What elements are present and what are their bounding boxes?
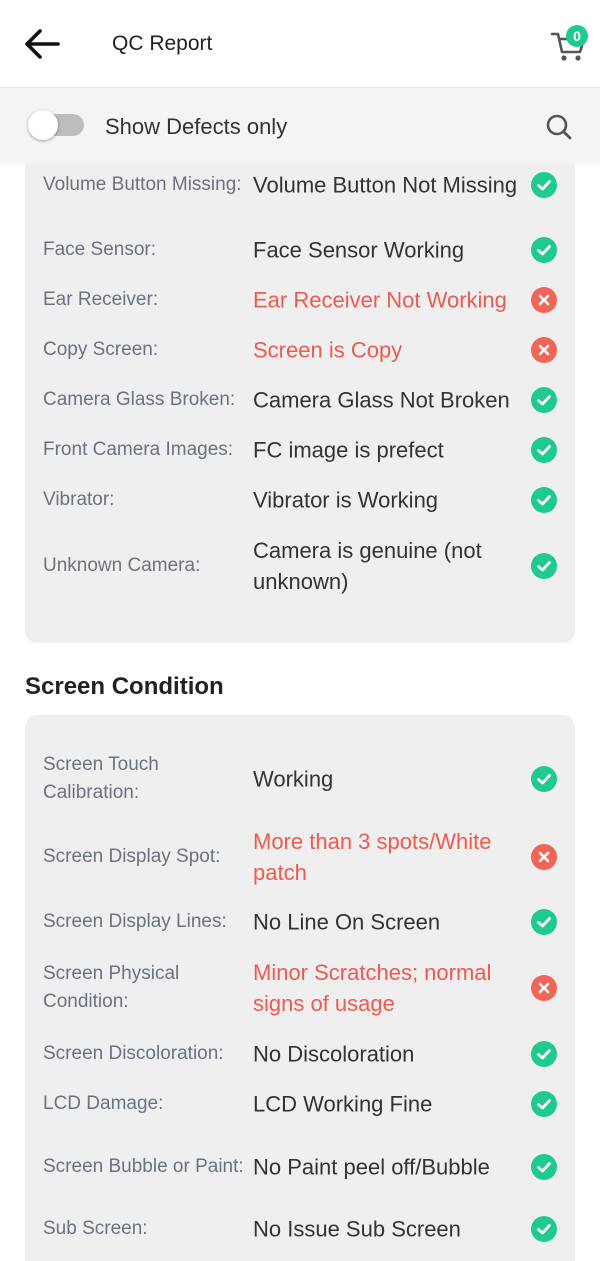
check-icon [531, 766, 557, 792]
check-icon [531, 172, 557, 198]
qc-row-label: Screen Discoloration: [43, 1043, 224, 1064]
qc-row-value: No Discoloration [253, 1041, 415, 1067]
cross-icon [531, 975, 557, 1001]
qc-row-label: Camera Glass Broken: [43, 389, 236, 410]
qc-row-value: Face Sensor Working [253, 237, 465, 263]
check-icon [531, 1091, 557, 1117]
qc-row-label: Ear Receiver: [43, 289, 159, 310]
check-icon [531, 437, 557, 463]
qc-row-value: FC image is prefect [253, 437, 444, 463]
qc-card-screen-condition: Screen Touch Calibration: Working Screen… [25, 715, 575, 1261]
check-icon [531, 237, 557, 263]
qc-row-label: Screen Display Lines: [43, 911, 227, 932]
qc-row-value: Volume Button Not Missing [253, 172, 518, 198]
qc-row-label: Face Sensor: [43, 239, 156, 260]
qc-row-value: No Issue Sub Screen [253, 1216, 461, 1242]
qc-row-label: Screen Physical Condition: [43, 963, 180, 1012]
check-icon [531, 387, 557, 413]
qc-row-label: Copy Screen: [43, 339, 159, 360]
qc-card-general: Volume Button Missing: Volume Button Not… [25, 140, 575, 643]
check-icon [531, 1154, 557, 1180]
qc-row-label: Front Camera Images: [43, 439, 234, 460]
qc-row-value: Camera Glass Not Broken [253, 387, 510, 413]
cross-icon [531, 337, 557, 363]
check-icon [531, 1041, 557, 1067]
check-icon [531, 1216, 557, 1242]
check-icon [531, 553, 557, 579]
qc-row-label: Screen Touch Calibration: [43, 754, 159, 803]
app-header: QC Report 0 [0, 0, 600, 88]
search-icon[interactable] [542, 110, 576, 144]
qc-row-label: Screen Display Spot: [43, 846, 221, 867]
filter-bar: Show Defects only [0, 88, 600, 162]
qc-row-value: Working [253, 766, 334, 792]
page-title: QC Report [112, 32, 213, 55]
check-icon [531, 909, 557, 935]
check-icon [531, 487, 557, 513]
back-arrow-icon[interactable] [22, 25, 66, 65]
toggle-knob [28, 110, 58, 140]
qc-row-label: Sub Screen: [43, 1218, 148, 1239]
cross-icon [531, 844, 557, 870]
qc-row-label: LCD Damage: [43, 1093, 164, 1114]
cart-count-badge: 0 [566, 25, 588, 47]
cross-icon [531, 287, 557, 313]
qc-row-value: More than 3 spots/White patch [253, 829, 492, 885]
qc-row-label: Screen Bubble or Paint: [43, 1156, 244, 1177]
qc-row-value: Ear Receiver Not Working [253, 287, 507, 313]
filter-shadow [0, 162, 600, 168]
section-title: Screen Condition [25, 673, 224, 700]
qc-row-value: Screen is Copy [253, 337, 403, 363]
qc-row-value: No Line On Screen [253, 909, 441, 935]
qc-row-label: Unknown Camera: [43, 555, 201, 576]
qc-row-value: LCD Working Fine [253, 1091, 433, 1117]
qc-row-value: Camera is genuine (not unknown) [253, 538, 482, 594]
qc-row-value: Minor Scratches; normal signs of usage [253, 960, 492, 1016]
show-defects-toggle[interactable] [28, 110, 86, 140]
show-defects-label: Show Defects only [105, 114, 288, 139]
qc-row-value: Vibrator is Working [253, 487, 439, 513]
qc-row-value: No Paint peel off/Bubble [253, 1154, 490, 1180]
qc-row-label: Vibrator: [43, 489, 115, 510]
qc-row-label: Volume Button Missing: [43, 174, 242, 195]
